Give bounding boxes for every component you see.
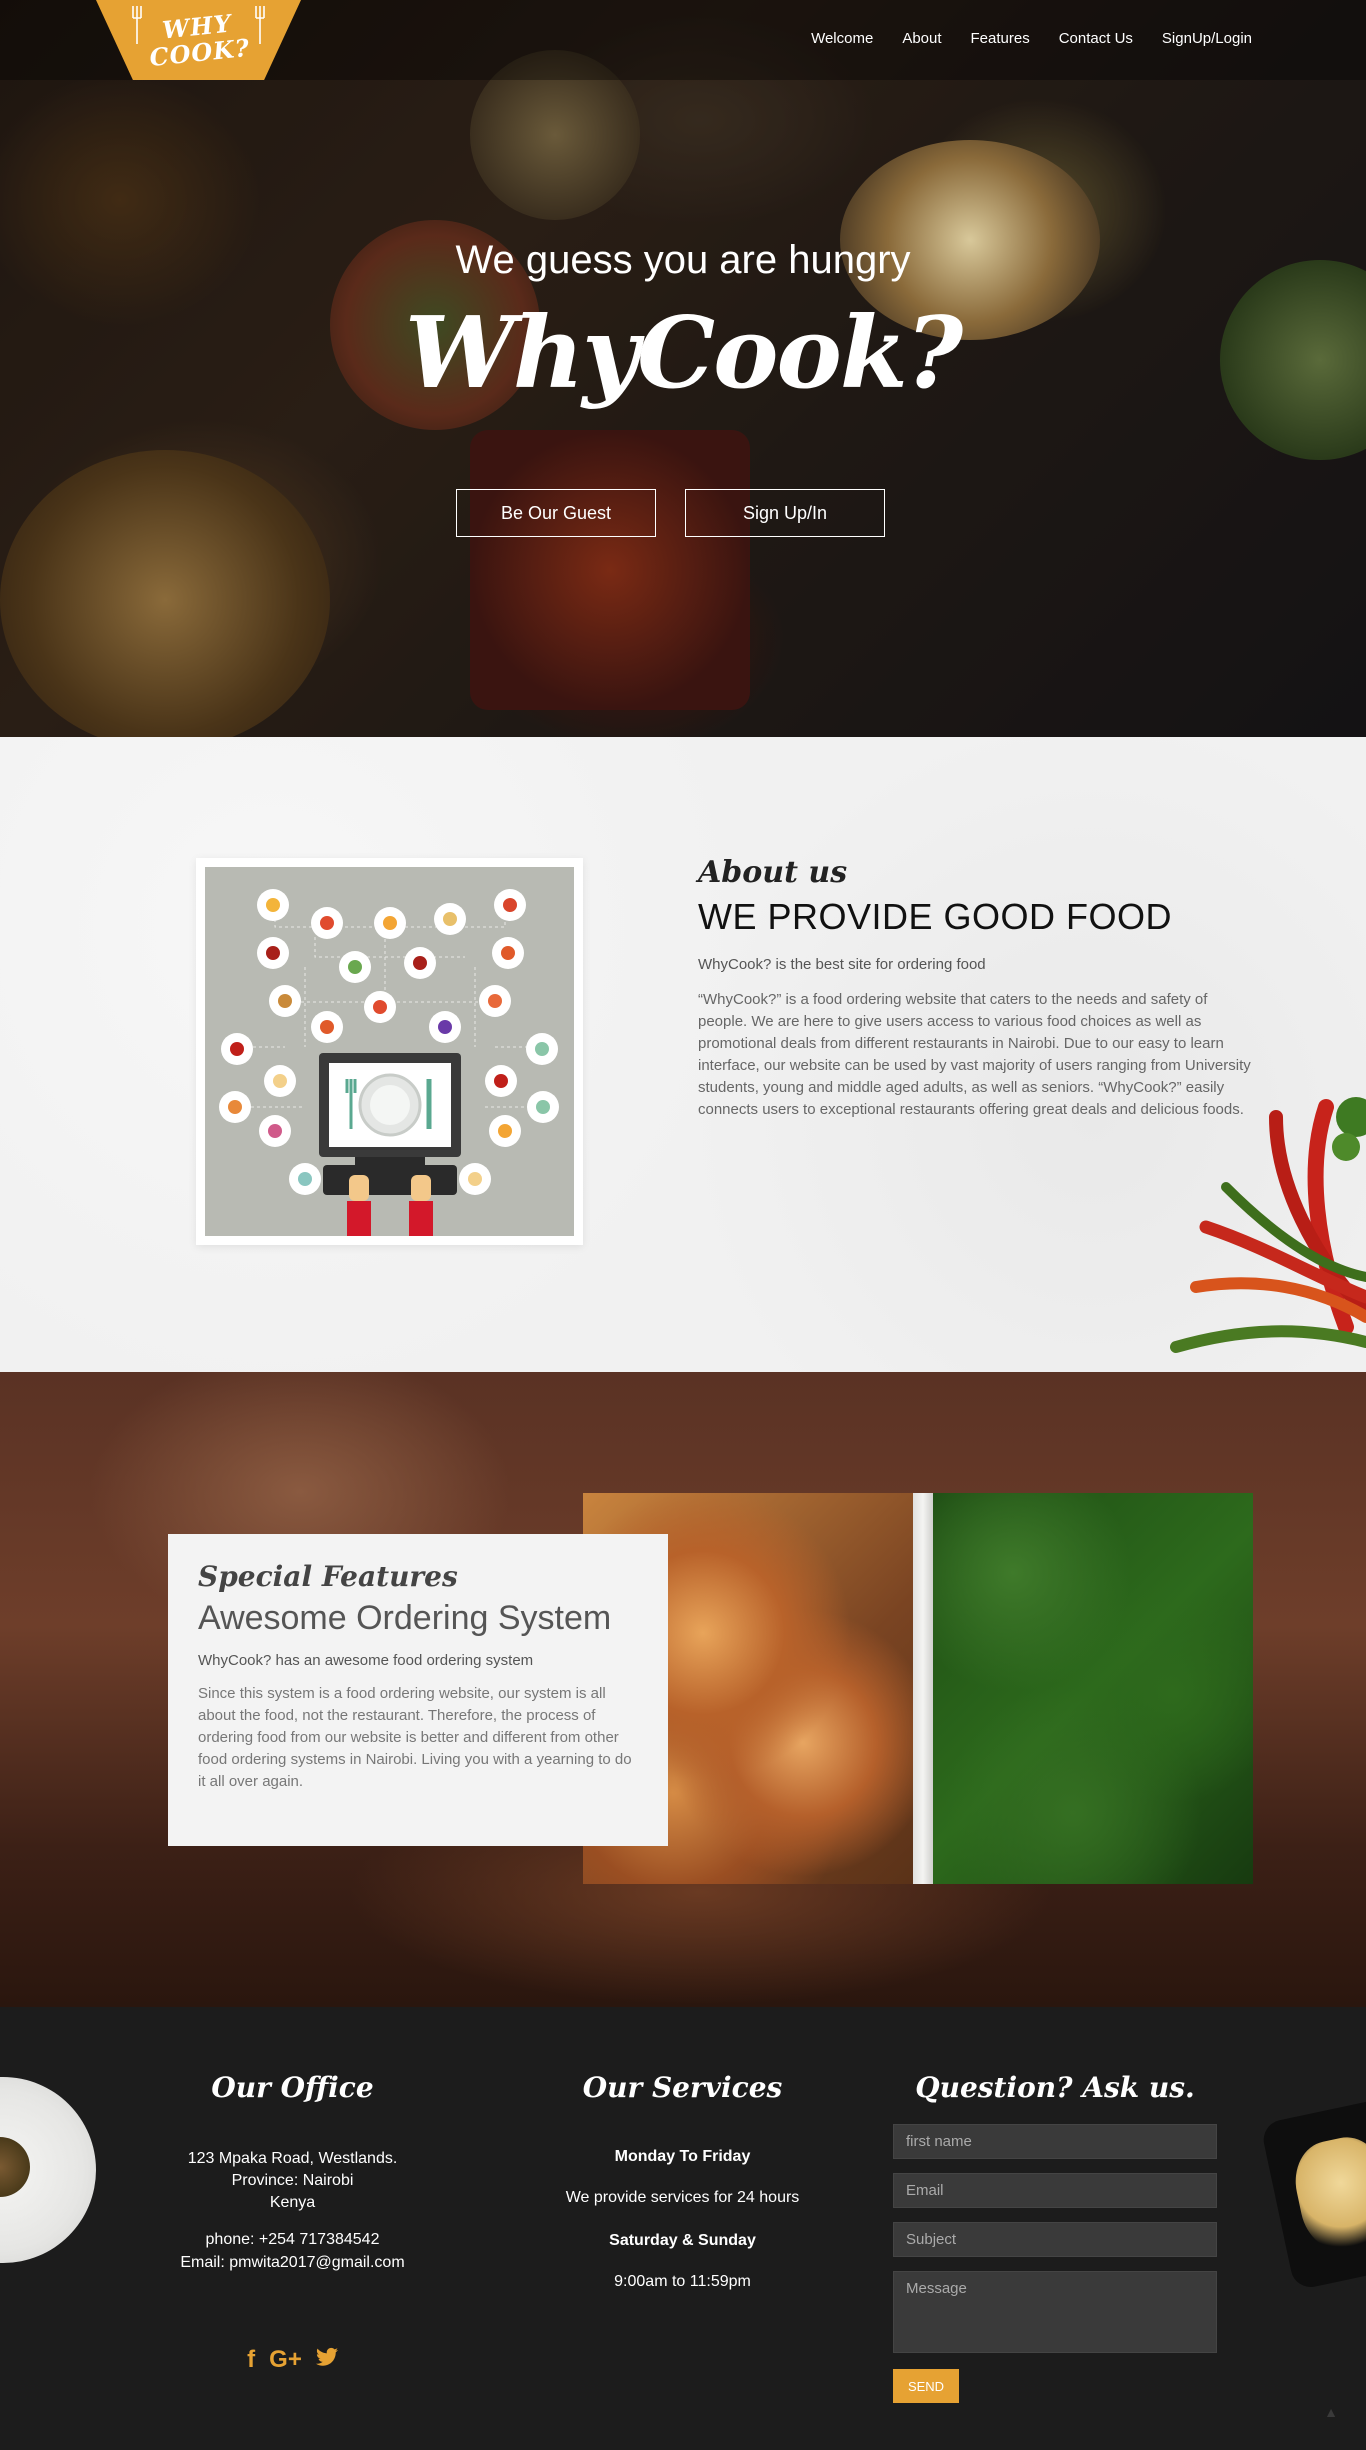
be-our-guest-button[interactable]: Be Our Guest [456, 489, 656, 537]
hero-content: We guess you are hungry WhyCook? Be Our … [0, 0, 1366, 737]
nav-link-welcome[interactable]: Welcome [811, 30, 873, 47]
navbar: WHY COOK? Welcome About Features Contact… [0, 0, 1366, 80]
weekday-title: Monday To Friday [614, 2148, 751, 2165]
logo[interactable]: WHY COOK? [96, 0, 301, 80]
send-button[interactable]: SEND [893, 2369, 959, 2403]
message-field[interactable] [893, 2271, 1217, 2353]
weekend-hours: 9:00am to 11:59pm [614, 2273, 751, 2290]
feature-food-photo [583, 1493, 1253, 1884]
office-phone: phone: +254 717384542 [205, 2231, 380, 2248]
about-kicker: About us [698, 855, 848, 890]
feature-kicker: Special Features [198, 1560, 458, 1593]
scroll-to-top-icon[interactable]: ▲ [1324, 2404, 1338, 2420]
nav-link-signup-login[interactable]: SignUp/Login [1162, 30, 1252, 47]
sign-up-in-button[interactable]: Sign Up/In [685, 489, 885, 537]
office-column: Our Office 123 Mpaka Road, Westlands. Pr… [150, 2071, 435, 2374]
photo-divider [913, 1493, 933, 1884]
food-ordering-illustration [205, 867, 574, 1236]
weekend-title: Saturday & Sunday [609, 2232, 756, 2249]
kale-salad-image [933, 1493, 1253, 1884]
office-title: Our Office [211, 2071, 374, 2104]
feature-heading: Awesome Ordering System [198, 1599, 612, 1637]
plate-decoration [1259, 2093, 1366, 2291]
about-subtitle: WhyCook? is the best site for ordering f… [698, 956, 986, 973]
services-title: Our Services [582, 2071, 783, 2104]
nav-link-features[interactable]: Features [971, 30, 1030, 47]
nav-links: Welcome About Features Contact Us SignUp… [811, 30, 1252, 47]
google-plus-icon[interactable]: G+ [269, 2346, 302, 2374]
address-line: 123 Mpaka Road, Westlands. [187, 2150, 398, 2167]
subject-field[interactable] [893, 2222, 1217, 2257]
facebook-icon[interactable]: f [247, 2346, 255, 2374]
services-column: Our Services Monday To Friday We provide… [540, 2071, 825, 2291]
twitter-icon[interactable] [315, 2346, 338, 2374]
email-field[interactable] [893, 2173, 1217, 2208]
fork-icon [132, 6, 142, 44]
first-name-field[interactable] [893, 2124, 1217, 2159]
feature-body: Since this system is a food ordering web… [198, 1685, 632, 1790]
office-address: 123 Mpaka Road, Westlands. Province: Nai… [150, 2148, 435, 2214]
social-links: f G+ [150, 2346, 435, 2374]
address-line: Kenya [269, 2194, 316, 2211]
contact-form: SEND [893, 2124, 1217, 2403]
address-line: Province: Nairobi [231, 2172, 354, 2189]
about-section: About us WE PROVIDE GOOD FOOD WhyCook? i… [0, 737, 1366, 1372]
hero-title: WhyCook? [404, 296, 963, 411]
about-heading: WE PROVIDE GOOD FOOD [698, 896, 1173, 937]
features-section: Special Features Awesome Ordering System… [0, 1372, 1366, 2007]
logo-text: WHY COOK? [148, 8, 252, 73]
fork-icon [255, 6, 265, 44]
contact-form-title: Question? Ask us. [915, 2071, 1195, 2104]
nav-link-about[interactable]: About [902, 30, 941, 47]
nav-link-contact[interactable]: Contact Us [1059, 30, 1133, 47]
hero-tagline: We guess you are hungry [455, 238, 911, 282]
footer: Our Office 123 Mpaka Road, Westlands. Pr… [0, 2007, 1366, 2450]
plate-decoration [0, 2077, 96, 2263]
feature-subtitle: WhyCook? has an awesome food ordering sy… [198, 1652, 534, 1669]
feature-card: Special Features Awesome Ordering System… [168, 1534, 668, 1846]
weekday-hours: We provide services for 24 hours [565, 2189, 800, 2206]
hero-section: WHY COOK? Welcome About Features Contact… [0, 0, 1366, 737]
contact-form-column: Question? Ask us. SEND [893, 2071, 1217, 2403]
office-email: Email: pmwita2017@gmail.com [180, 2254, 405, 2271]
about-illustration-frame [196, 858, 583, 1245]
food-network-icon [219, 889, 559, 1236]
office-contact: phone: +254 717384542 Email: pmwita2017@… [150, 2228, 435, 2274]
chili-peppers-decoration [1170, 1097, 1366, 1353]
